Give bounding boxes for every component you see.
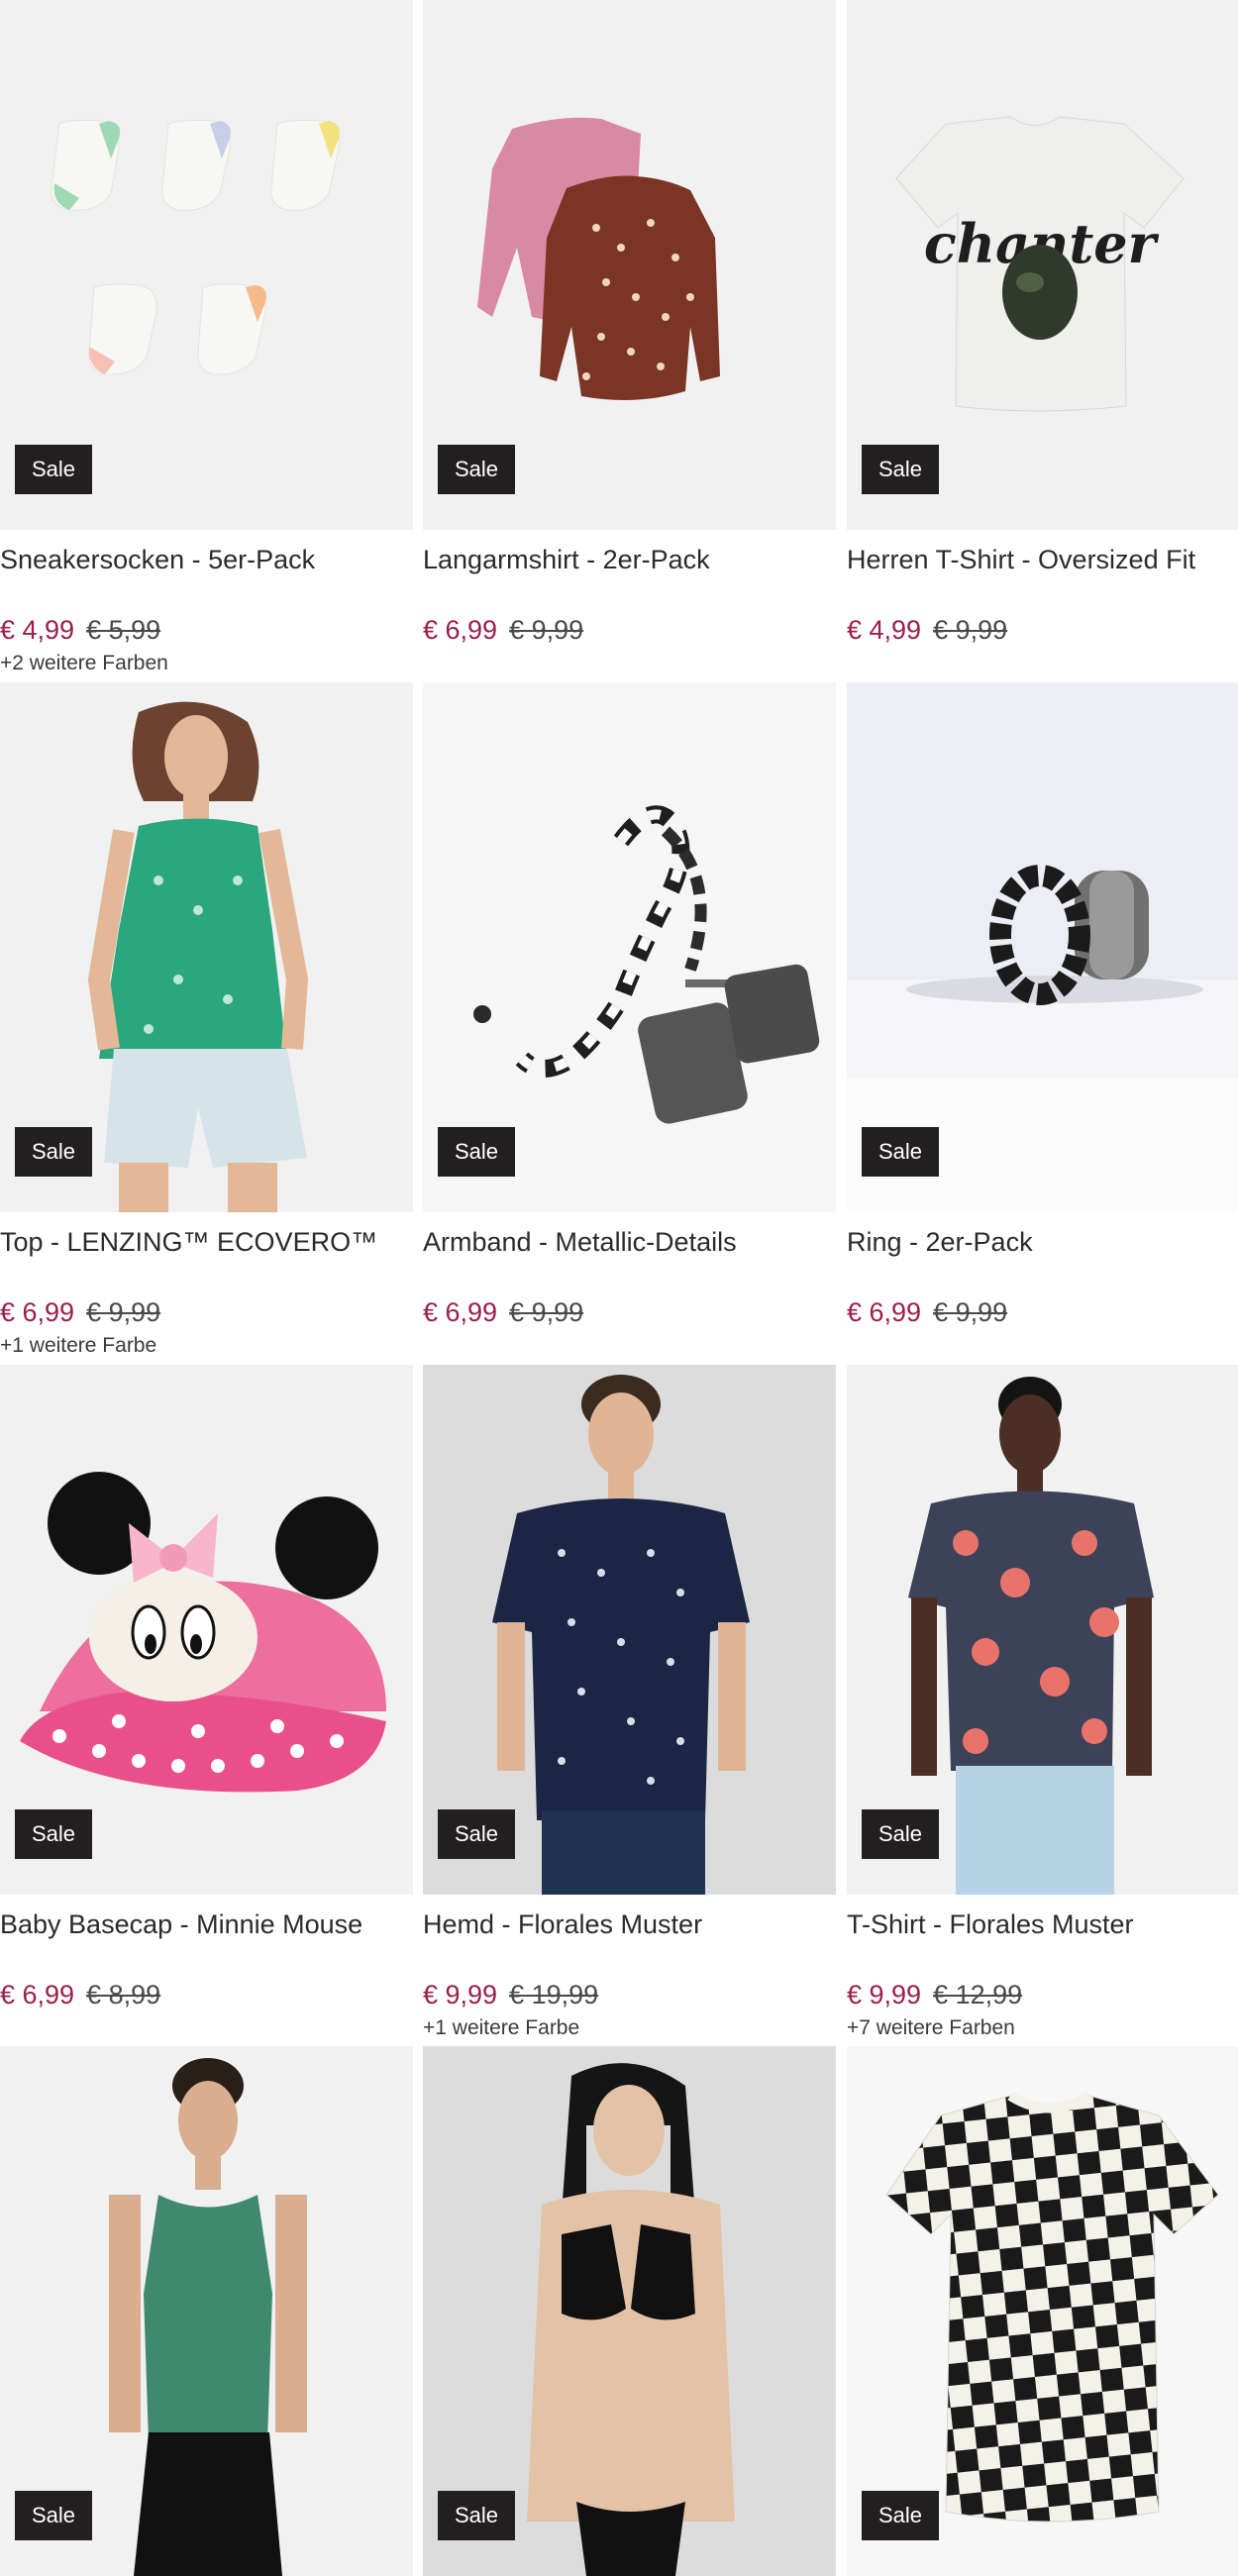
original-price: € 9,99 <box>933 1297 1008 1327</box>
product-title[interactable]: Hemd - Florales Muster <box>423 1907 836 1941</box>
product-title[interactable]: Baby Basecap - Minnie Mouse <box>0 1907 413 1941</box>
product-image[interactable]: Sale <box>0 2046 413 2576</box>
sale-price: € 6,99 <box>847 1297 922 1327</box>
price-row: € 6,99 € 9,99 <box>847 1296 1238 1328</box>
product-image[interactable]: chanter Sale <box>847 0 1238 530</box>
price-row: € 6,99 € 9,99 <box>423 1296 836 1328</box>
price-row: € 9,99 € 19,99 <box>423 1979 836 2010</box>
sale-badge: Sale <box>862 445 940 494</box>
product-image[interactable]: Sale <box>847 1365 1238 1895</box>
more-colors-link[interactable]: +2 weitere Farben <box>0 651 413 676</box>
sale-badge: Sale <box>862 2491 940 2540</box>
sale-price: € 6,99 <box>423 1297 498 1327</box>
sale-price: € 6,99 <box>0 1980 75 2009</box>
product-card[interactable]: Sale Ring - 2er-Pack € 6,99 € 9,99 <box>847 682 1238 1333</box>
price-row: € 6,99 € 8,99 <box>0 1979 413 2010</box>
sale-price: € 4,99 <box>0 615 75 645</box>
original-price: € 9,99 <box>509 1297 584 1327</box>
product-image[interactable]: Sale <box>423 0 836 530</box>
product-card[interactable]: Sale <box>0 2046 413 2576</box>
sale-badge: Sale <box>862 1127 940 1177</box>
product-image[interactable]: Sale <box>847 2046 1238 2576</box>
sale-price: € 6,99 <box>0 1297 75 1327</box>
product-card[interactable]: Sale Sneakersocken - 5er-Pack € 4,99 € 5,… <box>0 0 413 676</box>
product-card[interactable]: Sale Hemd - Florales Muster € 9,99 € 19,9… <box>423 1365 836 2041</box>
product-title[interactable]: T-Shirt - Florales Muster <box>847 1907 1238 1941</box>
original-price: € 9,99 <box>509 615 584 645</box>
price-row: € 9,99 € 12,99 <box>847 1979 1238 2010</box>
product-card[interactable]: Sale <box>847 2046 1238 2576</box>
product-card[interactable]: Sale Top - LENZING™ ECOVERO™ € 6,99 € 9,9… <box>0 682 413 1359</box>
product-image[interactable]: Sale <box>0 1365 413 1895</box>
product-title[interactable]: Herren T-Shirt - Oversized Fit <box>847 543 1238 576</box>
product-card[interactable]: Sale Langarmshirt - 2er-Pack € 6,99 € 9,9… <box>423 0 836 651</box>
product-image[interactable]: Sale <box>847 682 1238 1212</box>
more-colors-link[interactable]: +1 weitere Farbe <box>0 1333 413 1359</box>
sale-price: € 6,99 <box>423 615 498 645</box>
sale-badge: Sale <box>438 2491 516 2540</box>
original-price: € 9,99 <box>86 1297 161 1327</box>
product-image[interactable]: Sale <box>0 682 413 1212</box>
price-row: € 4,99 € 5,99 <box>0 614 413 646</box>
original-price: € 12,99 <box>933 1980 1023 2009</box>
sale-badge: Sale <box>438 1127 516 1177</box>
product-image[interactable]: Sale <box>0 0 413 530</box>
product-card[interactable]: chanter Sale Herren T-Shirt - Oversized … <box>847 0 1238 651</box>
sale-price: € 4,99 <box>847 615 922 645</box>
product-card[interactable]: Sale Armband - Metallic-Details € 6,99 € … <box>423 682 836 1333</box>
product-title[interactable]: Top - LENZING™ ECOVERO™ <box>0 1225 413 1259</box>
sale-badge: Sale <box>438 1809 516 1859</box>
sale-price: € 9,99 <box>847 1980 922 2009</box>
sale-badge: Sale <box>15 1127 93 1177</box>
original-price: € 8,99 <box>86 1980 161 2009</box>
sale-badge: Sale <box>15 1809 93 1859</box>
product-image[interactable]: Sale <box>423 682 836 1212</box>
original-price: € 5,99 <box>86 615 161 645</box>
more-colors-link[interactable]: +7 weitere Farben <box>847 2015 1238 2041</box>
original-price: € 9,99 <box>933 615 1008 645</box>
product-card[interactable]: Sale <box>423 2046 836 2576</box>
sale-badge: Sale <box>15 2491 93 2540</box>
product-title[interactable]: Langarmshirt - 2er-Pack <box>423 543 836 576</box>
product-title[interactable]: Sneakersocken - 5er-Pack <box>0 543 413 576</box>
sale-badge: Sale <box>438 445 516 494</box>
product-image[interactable]: Sale <box>423 1365 836 1895</box>
product-title[interactable]: Ring - 2er-Pack <box>847 1225 1238 1259</box>
price-row: € 6,99 € 9,99 <box>0 1296 413 1328</box>
product-image[interactable]: Sale <box>423 2046 836 2576</box>
sale-badge: Sale <box>862 1809 940 1859</box>
more-colors-link[interactable]: +1 weitere Farbe <box>423 2015 836 2041</box>
original-price: € 19,99 <box>509 1980 599 2009</box>
sale-price: € 9,99 <box>423 1980 498 2009</box>
product-card[interactable]: Sale T-Shirt - Florales Muster € 9,99 € 1… <box>847 1365 1238 2041</box>
price-row: € 4,99 € 9,99 <box>847 614 1238 646</box>
product-title[interactable]: Armband - Metallic-Details <box>423 1225 836 1259</box>
sale-badge: Sale <box>15 445 93 494</box>
price-row: € 6,99 € 9,99 <box>423 614 836 646</box>
product-card[interactable]: Sale Baby Basecap - Minnie Mouse € 6,99 €… <box>0 1365 413 2015</box>
